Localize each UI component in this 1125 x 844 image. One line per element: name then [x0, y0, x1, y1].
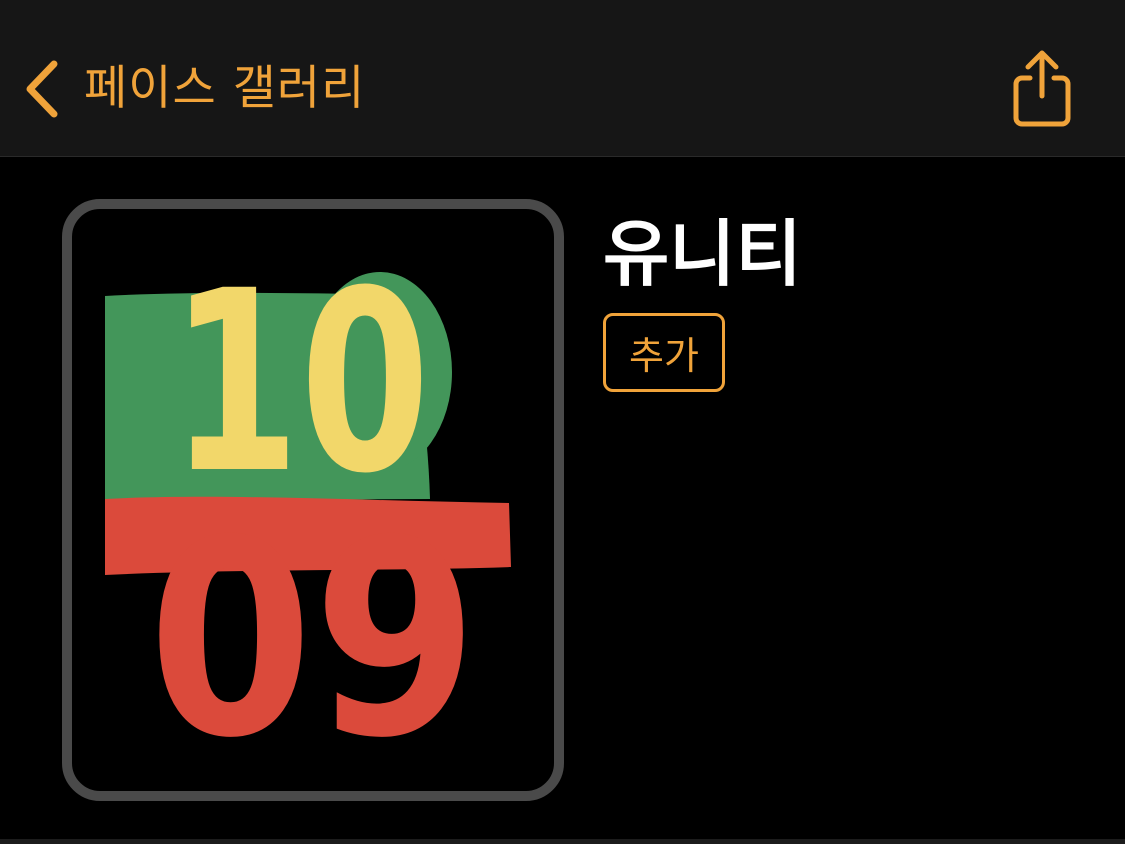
divider	[0, 839, 1125, 844]
back-button[interactable]: 페이스 갤러리	[22, 56, 365, 122]
watch-face-preview: 10 09	[62, 199, 564, 801]
back-button-label: 페이스 갤러리	[84, 61, 366, 116]
navigation-bar: 페이스 갤러리	[0, 0, 1125, 157]
minute-digits: 09	[148, 482, 478, 791]
chevron-left-icon	[26, 60, 58, 118]
face-title: 유니티	[603, 212, 802, 296]
unity-face-artwork: 10 09	[105, 237, 511, 791]
share-button[interactable]	[1008, 48, 1076, 128]
face-detail: 10 09 유니티 추가	[0, 157, 1125, 839]
add-button[interactable]: 추가	[603, 313, 725, 392]
share-icon	[1013, 50, 1071, 127]
